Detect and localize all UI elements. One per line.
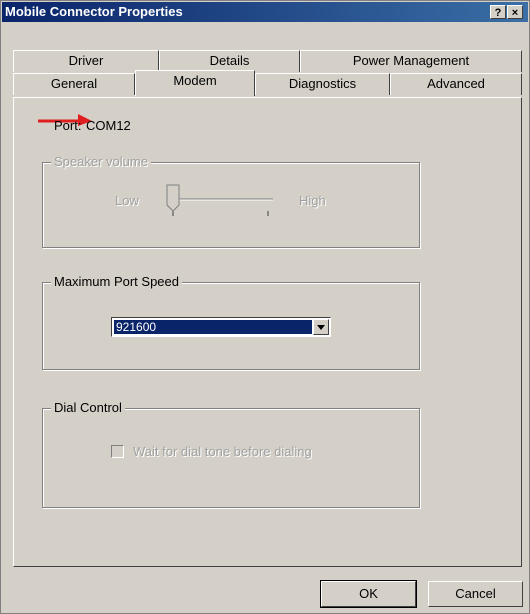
dial-control-legend: Dial Control [51, 400, 125, 415]
slider-thumb[interactable] [166, 184, 180, 212]
speaker-volume-group: Speaker volume Low High [42, 154, 420, 248]
volume-high-label: High [299, 193, 326, 208]
tab-advanced[interactable]: Advanced [390, 73, 522, 95]
max-port-speed-legend: Maximum Port Speed [51, 274, 182, 289]
tab-details[interactable]: Details [159, 50, 300, 72]
max-port-speed-group: Maximum Port Speed 921600 [42, 274, 420, 370]
dial-tone-checkbox[interactable] [111, 445, 124, 458]
help-button[interactable]: ? [490, 5, 506, 19]
speaker-volume-slider[interactable] [163, 181, 283, 221]
chevron-down-icon [317, 325, 325, 330]
properties-dialog: Mobile Connector Properties ? × Driver D… [0, 0, 530, 614]
ok-button[interactable]: OK [320, 580, 417, 608]
speaker-volume-legend: Speaker volume [51, 154, 151, 169]
window-title: Mobile Connector Properties [5, 4, 183, 19]
tab-diagnostics[interactable]: Diagnostics [255, 73, 390, 95]
modem-tab-panel: Port: COM12 Speaker volume Low High Maxi… [13, 97, 522, 567]
title-bar: Mobile Connector Properties ? × [2, 2, 528, 22]
close-button[interactable]: × [507, 5, 523, 19]
tab-general[interactable]: General [13, 73, 135, 95]
tab-driver[interactable]: Driver [13, 50, 159, 72]
tab-modem[interactable]: Modem [135, 70, 255, 96]
cancel-button[interactable]: Cancel [428, 581, 523, 607]
dropdown-button[interactable] [313, 319, 329, 335]
port-value: COM12 [86, 118, 131, 133]
volume-low-label: Low [115, 193, 139, 208]
dial-control-group: Dial Control Wait for dial tone before d… [42, 400, 420, 508]
port-label: Port: [54, 118, 82, 133]
tab-power-management[interactable]: Power Management [300, 50, 522, 72]
port-speed-select[interactable]: 921600 [111, 317, 331, 337]
dial-tone-label: Wait for dial tone before dialing [133, 444, 312, 459]
port-speed-selected-value: 921600 [114, 320, 312, 334]
